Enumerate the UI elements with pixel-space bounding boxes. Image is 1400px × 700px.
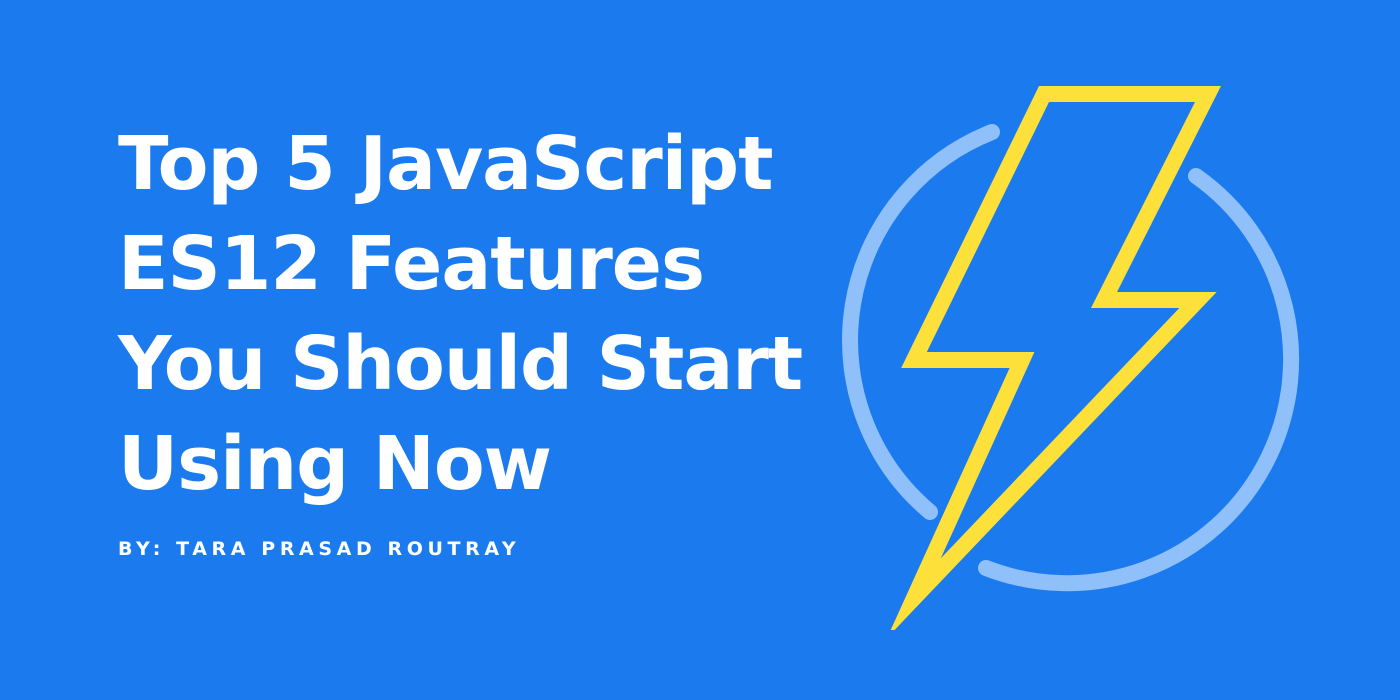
- article-banner: Top 5 JavaScript ES12 Features You Shoul…: [0, 0, 1400, 700]
- lightning-bolt-icon: [890, 86, 1222, 630]
- title-line-3: You Should Start: [118, 321, 803, 407]
- lightning-logo: [842, 86, 1300, 630]
- title-line-1: Top 5 JavaScript: [118, 121, 773, 207]
- title-line-4: Using Now: [118, 421, 552, 507]
- author-byline: BY: TARA PRASAD ROUTRAY: [118, 538, 521, 560]
- title-line-2: ES12 Features: [118, 221, 705, 307]
- article-title: Top 5 JavaScript ES12 Features You Shoul…: [118, 114, 818, 514]
